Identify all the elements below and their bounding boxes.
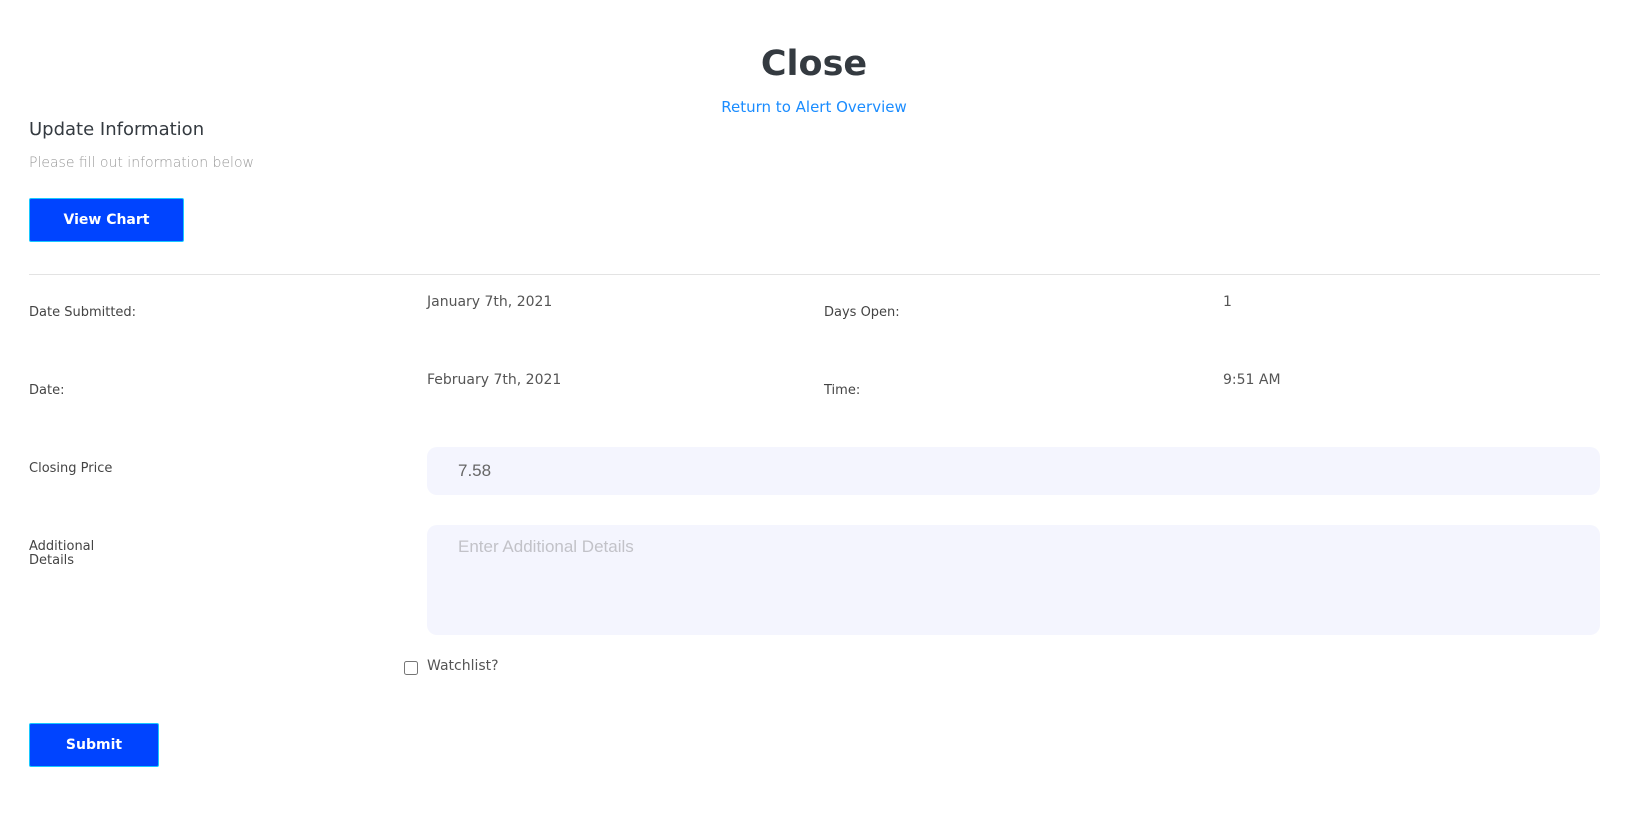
additional-details-label-line2: Details bbox=[29, 553, 75, 568]
time-value: 9:51 AM bbox=[1223, 372, 1281, 388]
date-submitted-label: Date Submitted: bbox=[29, 305, 137, 320]
date-value: February 7th, 2021 bbox=[427, 372, 562, 388]
view-chart-button[interactable]: View Chart bbox=[29, 198, 184, 242]
submit-button[interactable]: Submit bbox=[29, 723, 159, 767]
closing-price-label: Closing Price bbox=[29, 461, 113, 476]
time-label: Time: bbox=[824, 383, 861, 398]
return-link-row: Return to Alert Overview bbox=[0, 98, 1628, 116]
date-submitted-value: January 7th, 2021 bbox=[427, 294, 553, 310]
additional-details-label: Additional Details bbox=[29, 540, 94, 568]
days-open-label: Days Open: bbox=[824, 305, 900, 320]
page-title: Close bbox=[760, 44, 868, 84]
watchlist-label[interactable]: Watchlist? bbox=[427, 658, 499, 674]
return-to-alert-overview-link[interactable]: Return to Alert Overview bbox=[721, 98, 906, 116]
closing-price-input[interactable] bbox=[427, 447, 1600, 495]
watchlist-checkbox[interactable] bbox=[404, 661, 418, 675]
days-open-value: 1 bbox=[1223, 294, 1232, 310]
section-title: Update Information bbox=[29, 119, 205, 140]
additional-details-textarea[interactable] bbox=[427, 525, 1600, 635]
date-label: Date: bbox=[29, 383, 65, 398]
divider bbox=[29, 274, 1600, 275]
section-subtitle: Please fill out information below bbox=[29, 155, 254, 171]
additional-details-label-line1: Additional bbox=[29, 539, 95, 554]
